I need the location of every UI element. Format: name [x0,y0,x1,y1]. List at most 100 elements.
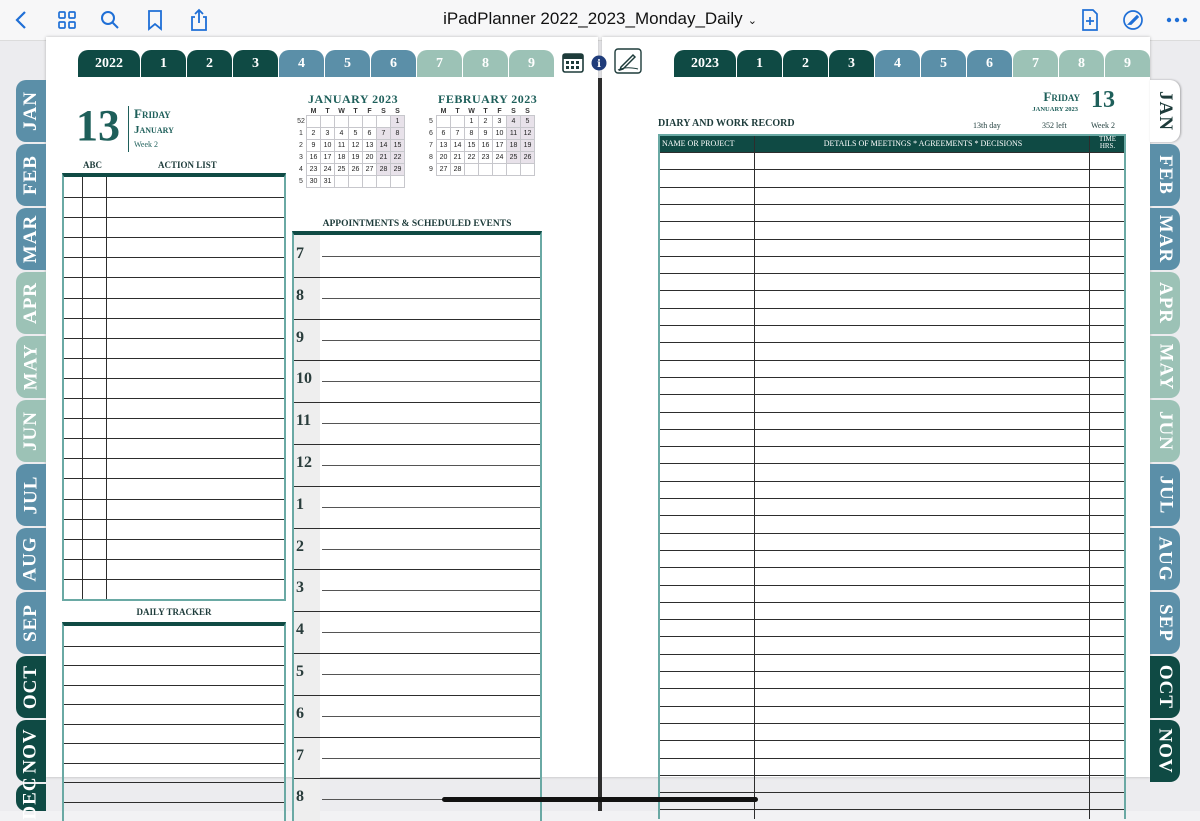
calendar-day[interactable]: 26 [520,151,535,164]
calendar-day[interactable]: 18 [334,151,349,164]
calendar-day[interactable]: 19 [348,151,363,164]
calendar-day[interactable]: 5 [520,115,535,128]
year-tab-4[interactable]: 4 [875,50,920,77]
year-tab-2[interactable]: 2 [783,50,828,77]
calendar-day[interactable]: 24 [320,163,335,176]
calendar-day[interactable]: 25 [334,163,349,176]
year-tab-9[interactable]: 9 [509,50,554,77]
calendar-day[interactable]: 23 [478,151,493,164]
year-tab-8[interactable]: 8 [1059,50,1104,77]
calendar-day[interactable]: 12 [348,139,363,152]
calendar-day[interactable]: 26 [348,163,363,176]
calendar-day[interactable]: 19 [520,139,535,152]
month-tab-may[interactable]: MAY [1150,336,1180,398]
year-tab-5[interactable]: 5 [325,50,370,77]
month-tab-jun[interactable]: JUN [1150,400,1180,462]
action-list-grid[interactable] [62,173,286,601]
month-tab-sep[interactable]: SEP [1150,592,1180,654]
calendar-day[interactable]: 13 [362,139,377,152]
year-tab-6[interactable]: 6 [967,50,1012,77]
calendar-day[interactable]: 29 [390,163,405,176]
calendar-day[interactable]: 24 [492,151,507,164]
year-tab-7[interactable]: 7 [1013,50,1058,77]
calendar-day[interactable]: 11 [506,127,521,140]
diary-grid[interactable]: NAME OR PROJECT DETAILS OF MEETINGS * AG… [658,134,1126,819]
calendar-day[interactable]: 28 [450,163,465,176]
month-tab-jun[interactable]: JUN [16,400,46,462]
month-tab-feb[interactable]: FEB [16,144,46,206]
year-tab-3[interactable]: 3 [829,50,874,77]
calendar-day[interactable]: 6 [436,127,451,140]
calendar-day[interactable]: 12 [520,127,535,140]
calendar-day[interactable]: 3 [320,127,335,140]
month-tab-oct[interactable]: OCT [16,656,46,718]
month-tab-jan[interactable]: JAN [16,80,46,142]
calendar-day[interactable]: 22 [390,151,405,164]
month-tab-mar[interactable]: MAR [16,208,46,270]
calendar-day[interactable]: 6 [362,127,377,140]
month-tab-jan[interactable]: JAN [1150,80,1180,142]
year-tab-9[interactable]: 9 [1105,50,1150,77]
month-tab-mar[interactable]: MAR [1150,208,1180,270]
daily-tracker-grid[interactable] [62,622,286,821]
month-tab-apr[interactable]: APR [1150,272,1180,334]
calendar-day[interactable]: 31 [320,175,335,188]
calendar-day[interactable]: 23 [306,163,321,176]
month-tab-nov[interactable]: NOV [16,720,46,782]
calendar-day[interactable]: 10 [492,127,507,140]
info-icon[interactable]: i [591,55,607,71]
month-tab-aug[interactable]: AUG [16,528,46,590]
month-tab-apr[interactable]: APR [16,272,46,334]
month-tab-sep[interactable]: SEP [16,592,46,654]
calendar-day[interactable]: 28 [376,163,391,176]
calendar-day[interactable]: 14 [450,139,465,152]
document-title[interactable]: iPadPlanner 2022_2023_Monday_Daily ⌄ [0,9,1200,29]
calendar-day[interactable]: 15 [390,139,405,152]
calendar-day[interactable]: 7 [450,127,465,140]
calendar-day[interactable]: 2 [306,127,321,140]
calendar-day[interactable]: 17 [320,151,335,164]
calendar-day[interactable]: 20 [436,151,451,164]
calendar-day[interactable]: 4 [506,115,521,128]
year-tab-1[interactable]: 1 [141,50,186,77]
calendar-day[interactable]: 7 [376,127,391,140]
appointments-grid[interactable]: 7 8 9 10 11 12 1 2 3 4 5 6 7 8 [292,231,542,821]
edit-icon[interactable] [614,48,642,74]
calendar-day[interactable]: 27 [436,163,451,176]
calendar-day[interactable]: 5 [348,127,363,140]
calendar-day[interactable]: 16 [306,151,321,164]
calendar-day[interactable]: 14 [376,139,391,152]
calendar-day[interactable]: 1 [464,115,479,128]
calendar-icon[interactable] [562,51,584,73]
month-tab-aug[interactable]: AUG [1150,528,1180,590]
month-tab-jul[interactable]: JUL [16,464,46,526]
year-tab-2[interactable]: 2 [187,50,232,77]
calendar-day[interactable]: 30 [306,175,321,188]
calendar-day[interactable]: 13 [436,139,451,152]
month-tab-feb[interactable]: FEB [1150,144,1180,206]
more-icon[interactable] [1164,6,1190,34]
calendar-day[interactable]: 20 [362,151,377,164]
year-tab-2022[interactable]: 2022 [78,50,140,77]
year-tab-1[interactable]: 1 [737,50,782,77]
calendar-day[interactable]: 18 [506,139,521,152]
calendar-day[interactable]: 8 [464,127,479,140]
calendar-day[interactable]: 15 [464,139,479,152]
calendar-day[interactable]: 22 [464,151,479,164]
calendar-day[interactable]: 9 [478,127,493,140]
month-tab-oct[interactable]: OCT [1150,656,1180,718]
calendar-day[interactable]: 9 [306,139,321,152]
calendar-day[interactable]: 4 [334,127,349,140]
year-tab-2023[interactable]: 2023 [674,50,736,77]
calendar-day[interactable]: 21 [450,151,465,164]
year-tab-7[interactable]: 7 [417,50,462,77]
calendar-day[interactable]: 3 [492,115,507,128]
add-page-icon[interactable] [1078,6,1102,34]
markup-icon[interactable] [1121,6,1145,34]
month-tab-jul[interactable]: JUL [1150,464,1180,526]
year-tab-3[interactable]: 3 [233,50,278,77]
calendar-day[interactable]: 21 [376,151,391,164]
calendar-day[interactable]: 25 [506,151,521,164]
year-tab-5[interactable]: 5 [921,50,966,77]
year-tab-6[interactable]: 6 [371,50,416,77]
